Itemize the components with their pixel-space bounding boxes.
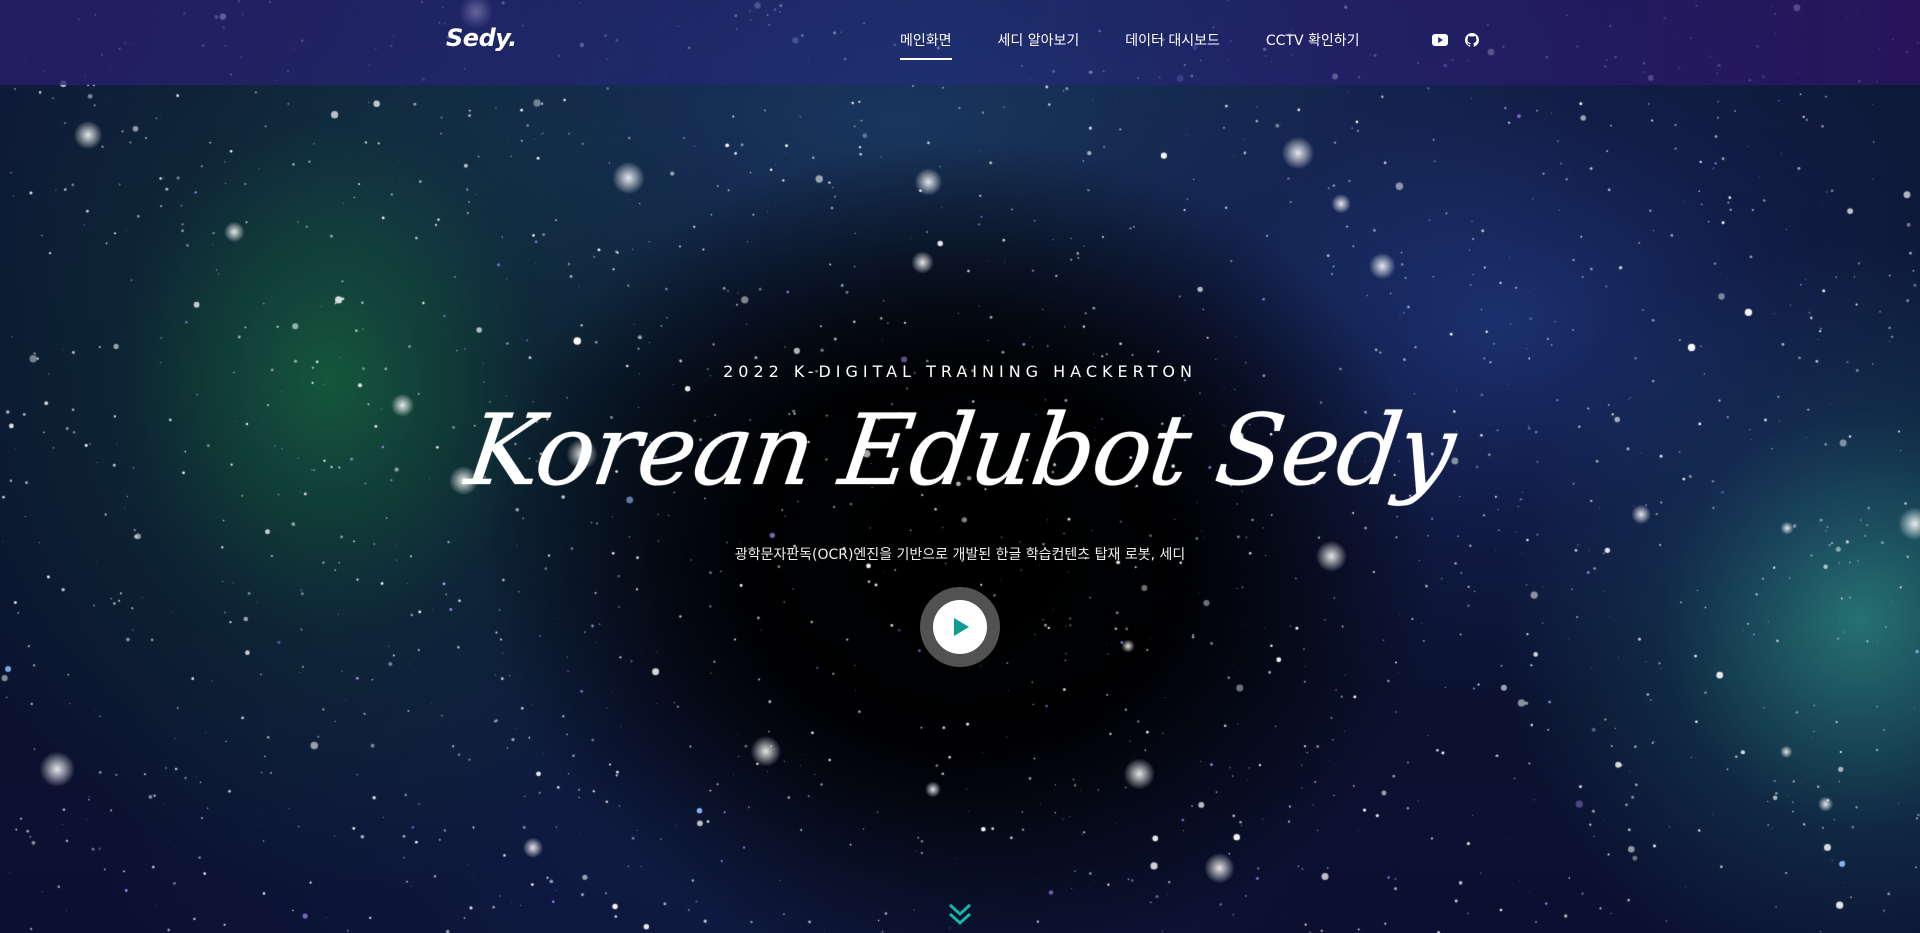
- page: Sedy. 메인화면 세디 알아보기 데이터 대시보드 CCTV 확인하기 20…: [0, 0, 1920, 933]
- github-icon[interactable]: [1463, 31, 1481, 49]
- hero-subtitle: 광학문자판독(OCR)엔진을 기반으로 개발된 한글 학습컨텐츠 탑재 로봇, …: [734, 547, 1186, 563]
- nav-item-data-dashboard[interactable]: 데이터 대시보드: [1125, 30, 1220, 50]
- play-button-circle: [933, 600, 987, 654]
- site-logo[interactable]: Sedy.: [446, 24, 517, 52]
- nav-item-about-sedy[interactable]: 세디 알아보기: [998, 30, 1080, 50]
- play-icon: [954, 618, 969, 636]
- top-navbar: Sedy. 메인화면 세디 알아보기 데이터 대시보드 CCTV 확인하기: [0, 0, 1920, 85]
- nav-item-main[interactable]: 메인화면: [900, 30, 952, 60]
- social-icons: [1431, 31, 1495, 49]
- nav-item-cctv[interactable]: CCTV 확인하기: [1266, 30, 1360, 50]
- scroll-down-chevron-icon[interactable]: [946, 900, 974, 928]
- hero-title: Korean Edubot Sedy: [460, 394, 1461, 508]
- youtube-icon[interactable]: [1431, 31, 1449, 49]
- main-nav: 메인화면 세디 알아보기 데이터 대시보드 CCTV 확인하기: [900, 30, 1406, 60]
- play-video-button[interactable]: [920, 587, 1000, 667]
- hero-eyebrow: 2022 K-DIGITAL TRAINING HACKERTON: [723, 362, 1197, 381]
